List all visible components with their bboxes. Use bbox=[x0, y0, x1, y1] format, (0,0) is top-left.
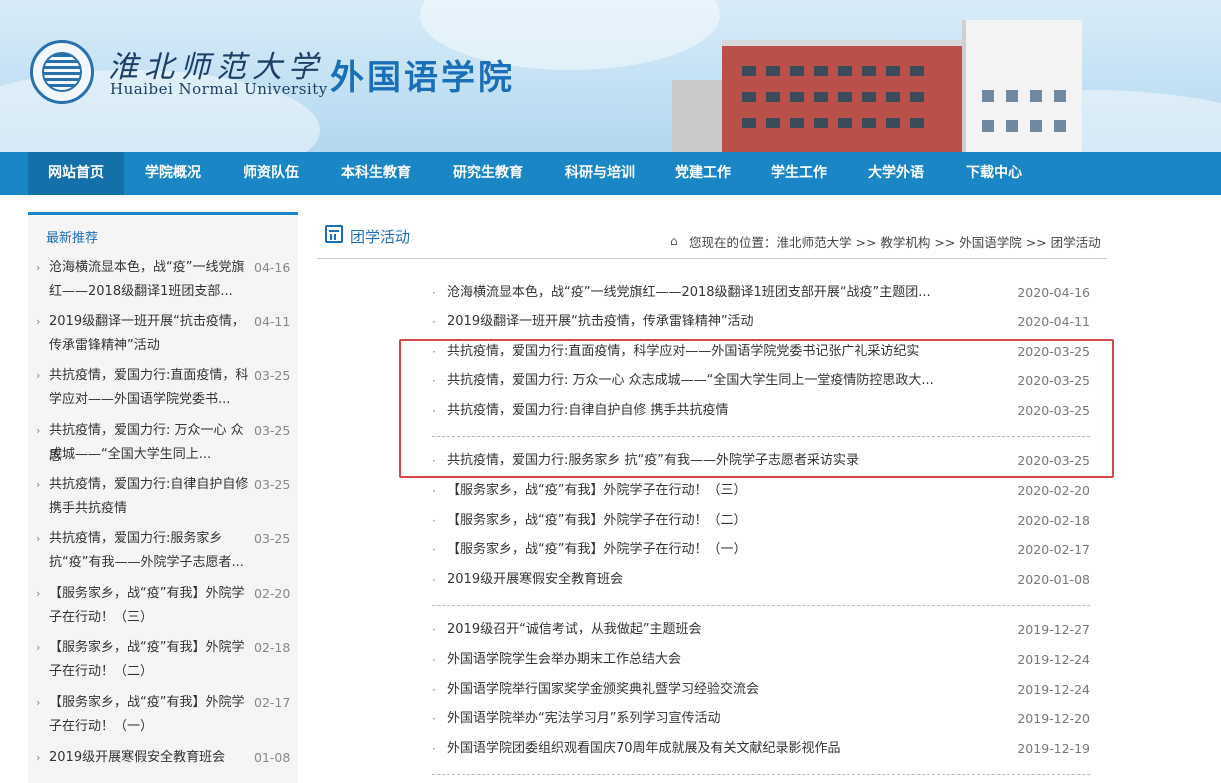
group-divider bbox=[432, 605, 1090, 606]
nav-item-graduate[interactable]: 研究生教育 bbox=[442, 152, 534, 195]
chevron-right-icon: › bbox=[36, 369, 41, 382]
nav-item-party[interactable]: 党建工作 bbox=[666, 152, 740, 195]
bullet-icon: · bbox=[432, 543, 436, 557]
article-row[interactable]: · 【服务家乡，战“疫”有我】外院学子在行动！（二） 2020-02-18 bbox=[432, 506, 1092, 536]
sidebar-title: 最新推荐 bbox=[46, 231, 99, 246]
chevron-right-icon: › bbox=[36, 696, 41, 709]
breadcrumb[interactable]: 您现在的位置：淮北师范大学 >> 教学机构 >> 外国语学院 >> 团学活动 bbox=[689, 232, 1101, 251]
chevron-right-icon: › bbox=[36, 424, 41, 437]
nav-item-students[interactable]: 学生工作 bbox=[762, 152, 836, 195]
chevron-right-icon: › bbox=[36, 315, 41, 328]
bullet-icon: · bbox=[432, 286, 436, 300]
article-row[interactable]: · 沧海横流显本色，战“疫”一线党旗红——2018级翻译1班团支部开展“战疫”主… bbox=[432, 278, 1092, 308]
article-row[interactable]: · 【服务家乡，战“疫”有我】外院学子在行动！（一） 2020-02-17 bbox=[432, 535, 1092, 565]
article-row[interactable]: · 外国语学院团委组织观看国庆70周年成就展及有关文献纪录影视作品 2019-1… bbox=[432, 734, 1092, 764]
bullet-icon: · bbox=[432, 623, 436, 637]
bullet-icon: · bbox=[432, 742, 436, 756]
university-logo[interactable] bbox=[30, 40, 94, 104]
calendar-icon bbox=[325, 225, 343, 243]
article-row[interactable]: · 外国语学院举行国家奖学金颁奖典礼暨学习经验交流会 2019-12-24 bbox=[432, 675, 1092, 705]
bullet-icon: · bbox=[432, 315, 436, 329]
nav-item-about[interactable]: 学院概况 bbox=[134, 152, 212, 195]
campus-building-image bbox=[672, 20, 1102, 152]
sidebar-latest: 最新推荐 › 沧海横流显本色，战“疫”一线党旗 04-16 红——2018级翻译… bbox=[28, 212, 298, 783]
chevron-right-icon: › bbox=[36, 587, 41, 600]
page-title: 团学活动 bbox=[350, 228, 411, 246]
article-row[interactable]: · 外国语学院举办“宪法学习月”系列学习宣传活动 2019-12-20 bbox=[432, 704, 1092, 734]
site-header: 淮北师范大学 Huaibei Normal University 外国语学院 bbox=[0, 0, 1221, 152]
article-row[interactable]: · 外国语学院学生会举办期末工作总结大会 2019-12-24 bbox=[432, 645, 1092, 675]
chevron-right-icon: › bbox=[36, 751, 41, 764]
chevron-right-icon: › bbox=[36, 641, 41, 654]
article-row[interactable]: · 2019级召开“诚信考试，从我做起”主题班会 2019-12-27 bbox=[432, 615, 1092, 645]
chevron-right-icon: › bbox=[36, 532, 41, 545]
nav-item-research[interactable]: 科研与培训 bbox=[554, 152, 646, 195]
main-nav: 网站首页 学院概况 师资队伍 本科生教育 研究生教育 科研与培训 党建工作 学生… bbox=[0, 152, 1221, 195]
bullet-icon: · bbox=[432, 712, 436, 726]
article-row[interactable]: · 2019级翻译一班开展“抗击疫情，传承雷锋精神”活动 2020-04-11 bbox=[432, 307, 1092, 337]
group-divider bbox=[432, 774, 1090, 775]
nav-item-undergraduate[interactable]: 本科生教育 bbox=[330, 152, 422, 195]
bullet-icon: · bbox=[432, 683, 436, 697]
bullet-icon: · bbox=[432, 484, 436, 498]
highlight-box bbox=[399, 339, 1114, 478]
bullet-icon: · bbox=[432, 653, 436, 667]
bullet-icon: · bbox=[432, 514, 436, 528]
article-row[interactable]: · 2019级开展寒假安全教育班会 2020-01-08 bbox=[432, 565, 1092, 595]
nav-item-college-english[interactable]: 大学外语 bbox=[859, 152, 933, 195]
nav-item-home[interactable]: 网站首页 bbox=[28, 152, 124, 195]
university-name-en: Huaibei Normal University bbox=[110, 80, 328, 98]
article-row[interactable]: · 【服务家乡，战“疫”有我】外院学子在行动！（三） 2020-02-20 bbox=[432, 476, 1092, 506]
title-divider bbox=[317, 258, 1107, 259]
bullet-icon: · bbox=[432, 573, 436, 587]
college-name: 外国语学院 bbox=[330, 58, 515, 98]
home-icon[interactable]: ⌂ bbox=[670, 234, 678, 248]
chevron-right-icon: › bbox=[36, 261, 41, 274]
nav-item-downloads[interactable]: 下载中心 bbox=[957, 152, 1031, 195]
nav-item-faculty[interactable]: 师资队伍 bbox=[232, 152, 310, 195]
chevron-right-icon: › bbox=[36, 478, 41, 491]
